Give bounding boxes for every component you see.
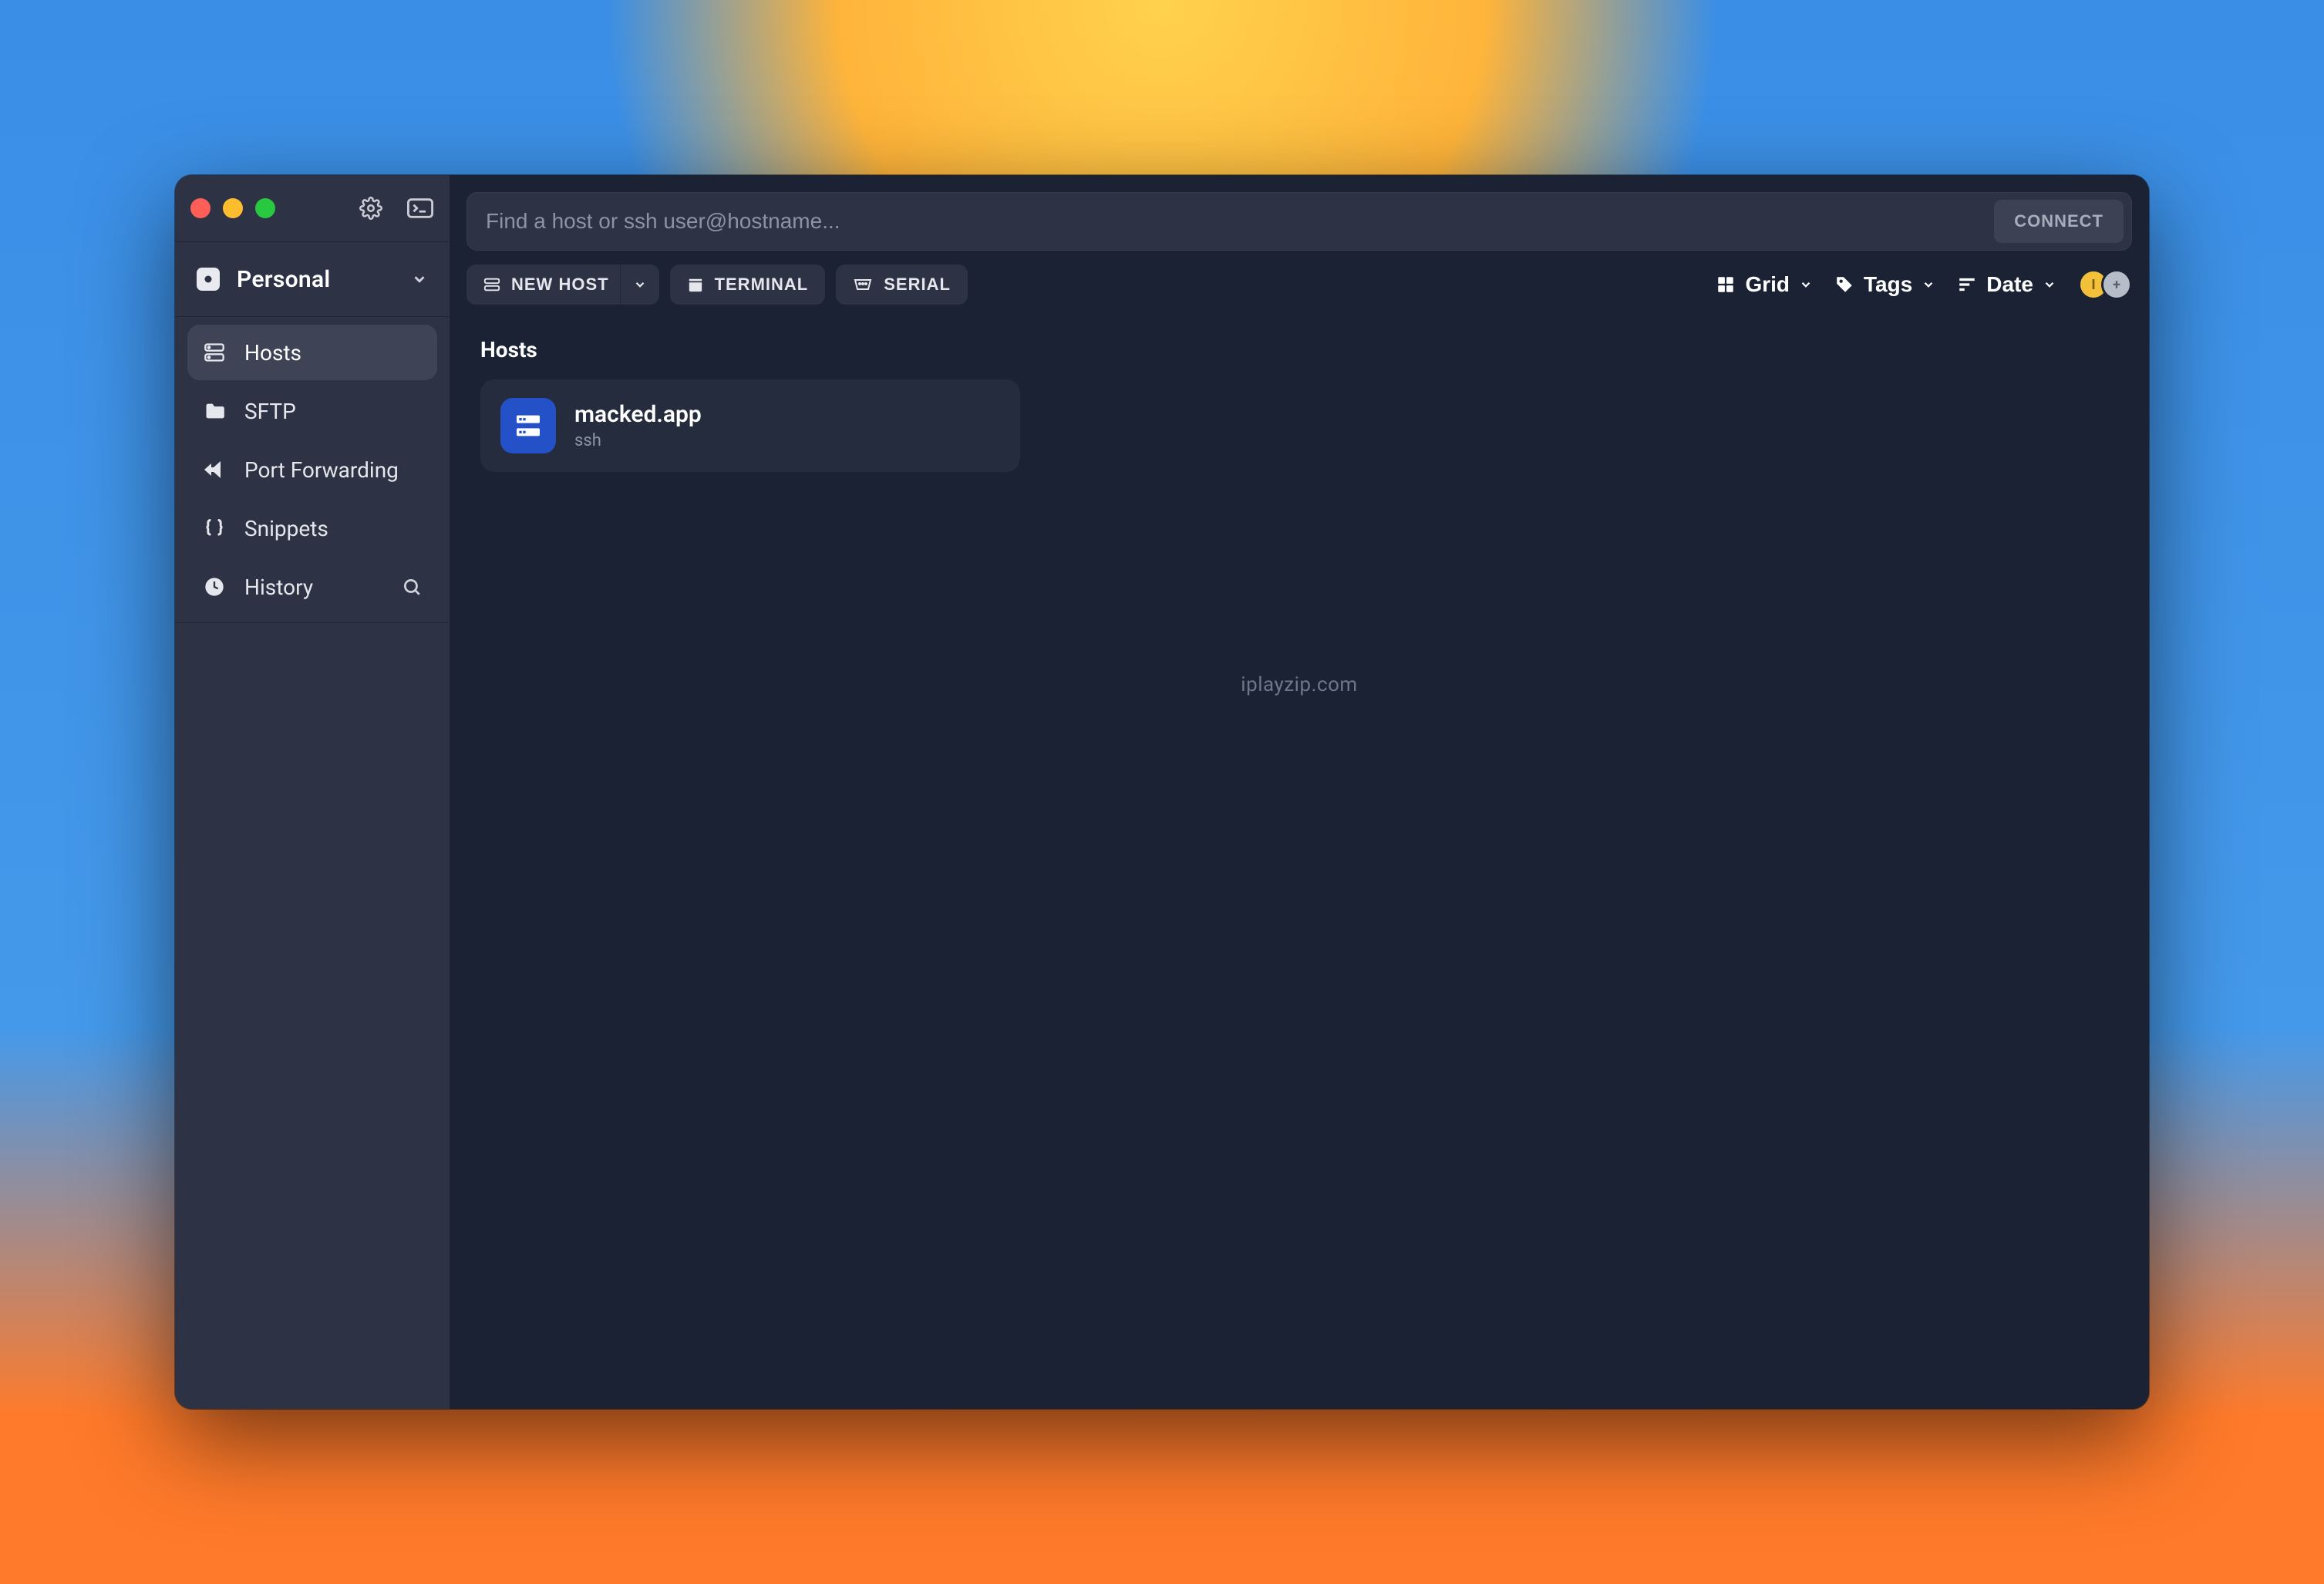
- button-label: NEW HOST: [511, 275, 609, 295]
- sidebar-item-label: SFTP: [244, 399, 296, 424]
- new-host-button[interactable]: NEW HOST: [466, 265, 659, 305]
- host-card[interactable]: macked.app ssh: [480, 379, 1020, 472]
- tags-label: Tags: [1864, 272, 1912, 297]
- server-icon: [483, 276, 500, 293]
- view-mode-label: Grid: [1745, 272, 1790, 297]
- view-mode-selector[interactable]: Grid: [1716, 272, 1813, 297]
- search-input[interactable]: [486, 209, 1994, 234]
- sidebar-item-history[interactable]: History: [187, 559, 437, 615]
- host-info: macked.app ssh: [574, 401, 702, 450]
- chevron-down-icon: [1799, 278, 1813, 292]
- tags-filter[interactable]: Tags: [1834, 272, 1935, 297]
- searchbar: CONNECT: [466, 192, 2132, 251]
- collaborators[interactable]: I +: [2078, 269, 2132, 300]
- serial-button[interactable]: SERIAL: [836, 265, 968, 305]
- main-pane: CONNECT NEW HOST TERMINAL SERIAL: [450, 175, 2149, 1409]
- window-controls: [190, 198, 275, 218]
- vault-selector[interactable]: Personal: [175, 242, 450, 316]
- sidebar-item-label: Hosts: [244, 340, 301, 366]
- sidebar-item-snippets[interactable]: Snippets: [187, 500, 437, 556]
- sidebar-item-port-forwarding[interactable]: Port Forwarding: [187, 442, 437, 497]
- gear-icon: [359, 197, 382, 220]
- vault-name: Personal: [237, 266, 394, 293]
- serial-icon: [853, 277, 873, 292]
- close-window-button[interactable]: [190, 198, 211, 218]
- folder-icon: [203, 400, 226, 422]
- tag-icon: [1834, 275, 1854, 295]
- search-history-button[interactable]: [402, 577, 422, 597]
- grid-icon: [1716, 275, 1736, 295]
- sidebar: Personal Hosts SFTP: [175, 175, 450, 1409]
- forward-icon: [203, 461, 226, 478]
- chevron-down-icon: [1922, 278, 1935, 292]
- quick-connect-button[interactable]: [406, 194, 434, 222]
- sort-selector[interactable]: Date: [1957, 272, 2056, 297]
- host-name: macked.app: [574, 401, 702, 428]
- sidebar-item-label: History: [244, 575, 313, 600]
- host-server-icon: [500, 398, 556, 453]
- minimize-window-button[interactable]: [223, 198, 243, 218]
- sidebar-item-hosts[interactable]: Hosts: [187, 325, 437, 380]
- sort-icon: [1957, 276, 1977, 293]
- sidebar-item-label: Snippets: [244, 516, 328, 541]
- prompt-icon: [407, 198, 433, 218]
- connect-button[interactable]: CONNECT: [1994, 200, 2124, 243]
- titlebar: [175, 175, 450, 241]
- chevron-down-icon: [411, 271, 428, 288]
- sidebar-divider-3: [175, 622, 450, 623]
- sidebar-item-label: Port Forwarding: [244, 457, 399, 483]
- terminal-button[interactable]: TERMINAL: [670, 265, 826, 305]
- sidebar-item-sftp[interactable]: SFTP: [187, 383, 437, 439]
- toolbar-right: Grid Tags Date I +: [1716, 269, 2132, 300]
- sidebar-nav: Hosts SFTP Port Forwarding Snippets: [175, 317, 450, 622]
- section-title: Hosts: [480, 337, 2118, 362]
- chevron-down-icon: [2043, 278, 2056, 292]
- add-collaborator-button[interactable]: +: [2101, 269, 2132, 300]
- watermark-text: iplayzip.com: [1241, 673, 1357, 696]
- clock-icon: [203, 576, 226, 598]
- search-icon: [402, 577, 422, 597]
- new-host-dropdown[interactable]: [620, 265, 659, 305]
- button-label: SERIAL: [884, 275, 951, 295]
- vault-icon: [197, 268, 220, 291]
- maximize-window-button[interactable]: [255, 198, 275, 218]
- app-window: Personal Hosts SFTP: [175, 175, 2149, 1409]
- search-region: CONNECT: [450, 175, 2149, 260]
- toolbar: NEW HOST TERMINAL SERIAL Grid: [450, 260, 2149, 318]
- code-braces-icon: [203, 517, 226, 539]
- sort-label: Date: [1986, 272, 2033, 297]
- terminal-icon: [687, 277, 704, 292]
- server-icon: [203, 342, 226, 363]
- settings-button[interactable]: [357, 194, 385, 222]
- host-protocol: ssh: [574, 431, 702, 450]
- chevron-down-icon: [633, 278, 647, 292]
- button-label: TERMINAL: [715, 275, 809, 295]
- content: Hosts macked.app ssh iplayzip.com: [450, 318, 2149, 1409]
